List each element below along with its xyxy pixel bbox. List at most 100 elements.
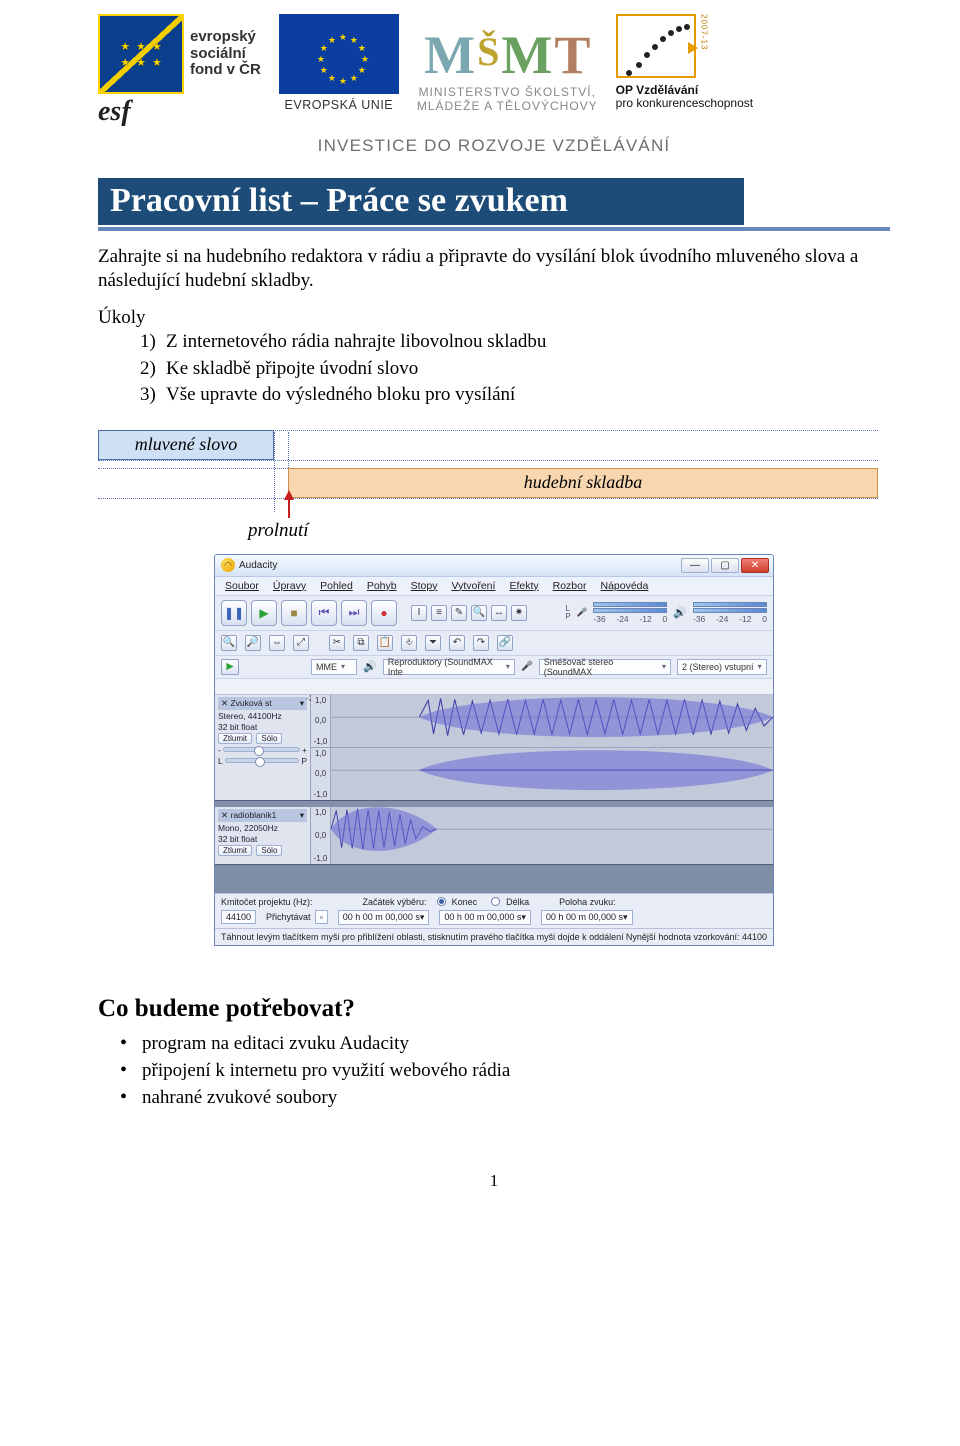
output-meter[interactable]: -36 -24 -12 0 [693,602,767,624]
selection-toolbar-values: 44100 Přichytávat ▫ 00 h 00 m 00,000 s▾ … [215,910,773,928]
mic-icon[interactable]: 🎤 [577,607,588,618]
track-row: ✕ radioblanik1 ▾ Mono, 22050Hz 32 bit fl… [215,807,773,865]
menu-item[interactable]: Efekty [503,579,544,593]
length-radio[interactable] [491,897,500,906]
window-titlebar: ◠ Audacity — ▢ ✕ [215,555,773,577]
title-rule [98,227,890,231]
gain-slider[interactable] [223,747,300,752]
pause-button[interactable]: ❚❚ [221,600,247,626]
menu-item[interactable]: Rozbor [547,579,593,593]
waveform-channel[interactable]: 1,00,0-1,0 [311,807,773,864]
input-channels-dropdown[interactable]: 2 (Stereo) vstupní▾ [677,659,767,675]
stop-button[interactable]: ■ [281,600,307,626]
project-rate-label: Kmitočet projektu (Hz): [221,897,313,907]
play-button[interactable]: ▶ [251,600,277,626]
fit-project-icon[interactable]: ⤢ [293,635,309,651]
tool-timeshift-icon[interactable]: ↔ [491,605,507,621]
record-button[interactable]: ● [371,600,397,626]
window-close-button[interactable]: ✕ [741,558,769,573]
menu-item[interactable]: Stopy [405,579,444,593]
menu-item[interactable]: Nápovéda [594,579,654,593]
tasks-list: 1)Z internetového rádia nahrajte libovol… [98,329,890,408]
status-bar: Táhnout levým tlačítkem myši pro přiblíž… [215,928,773,945]
window-minimize-button[interactable]: — [681,558,709,573]
paste-icon[interactable]: 📋 [377,635,393,651]
window-title: Audacity [239,560,277,571]
end-radio[interactable] [437,897,446,906]
tool-draw-icon[interactable]: ✎ [451,605,467,621]
list-item: připojení k internetu pro využití webové… [142,1057,890,1084]
waveform-icon [331,695,773,739]
device-toolbar: ▶ MME▾ 🔊 Reproduktory (SoundMAX Inte▾ 🎤 … [215,656,773,679]
window-maximize-button[interactable]: ▢ [711,558,739,573]
diagram-box-music: hudební skladba [288,468,878,498]
zoom-out-icon[interactable]: 🔎 [245,635,261,651]
snap-checkbox[interactable]: ▫ [315,910,328,924]
eu-caption: EVROPSKÁ UNIE [285,98,394,112]
mute-button[interactable]: Ztlumit [218,845,252,856]
tool-multi-icon[interactable]: ✷ [511,605,527,621]
task-item: 2)Ke skladbě připojte úvodní slovo [140,356,890,382]
cut-icon[interactable]: ✂ [329,635,345,651]
solo-button[interactable]: Sólo [256,733,282,744]
selection-start-label: Začátek výběru: [363,897,427,907]
tools-grid: I ≡ ✎ [411,605,467,621]
waveform-icon [331,807,773,851]
project-rate-field[interactable]: 44100 [221,910,256,924]
pan-slider[interactable] [225,758,300,763]
menu-item[interactable]: Úpravy [267,579,312,593]
esf-logo: ★★★ ★★★ evropský sociální fond v ČR esf [98,14,261,128]
solo-button[interactable]: Sólo [256,845,282,856]
skip-start-button[interactable]: ⏮ [311,600,337,626]
play-mini-icon[interactable]: ▶ [221,659,239,675]
track-header[interactable]: ✕ radioblanik1 ▾ Mono, 22050Hz 32 bit fl… [215,807,311,864]
waveform-channel[interactable]: 1,00,0-1,0 [311,695,773,748]
selection-end-field[interactable]: 00 h 00 m 00,000 s▾ [439,910,531,925]
invest-banner: INVESTICE DO ROZVOJE VZDĚLÁVÁNÍ [98,136,890,156]
zoom-in-icon[interactable]: 🔍 [221,635,237,651]
status-sample-rate: Nynější hodnota vzorkování: 44100 [626,932,767,942]
link-icon[interactable]: 🔗 [497,635,513,651]
track-header[interactable]: ✕ Zvuková st ▾ Stereo, 44100Hz 32 bit fl… [215,695,311,800]
copy-icon[interactable]: ⧉ [353,635,369,651]
track-menu-caret-icon[interactable]: ▾ [300,810,304,821]
input-device-dropdown[interactable]: Sméšovač stereo (SoundMAX▾ [539,659,671,675]
status-hint: Táhnout levým tlačítkem myši pro přiblíž… [221,932,624,942]
meter-channel-r: P [565,613,570,621]
tasks-heading: Úkoly [98,307,890,329]
msmt-logo: MŠMT MINISTERSTVO ŠKOLSTVÍ, MLÁDEŽE A TĚ… [417,14,598,114]
mute-button[interactable]: Ztlumit [218,733,252,744]
input-meter[interactable]: -36 -24 -12 0 [593,602,667,624]
time-ruler[interactable]: -2,0 -1,0 0,0 1,0 2,0 3,0 4,0 5,0 6,0 7,… [215,679,773,695]
tool-envelope-icon[interactable]: ≡ [431,605,447,621]
audio-position-field[interactable]: 00 h 00 m 00,000 s▾ [541,910,633,925]
silence-icon[interactable]: ⏷ [425,635,441,651]
menu-item[interactable]: Soubor [219,579,265,593]
esf-script: esf [98,96,131,128]
speaker-icon[interactable]: 🔊 [673,606,687,619]
undo-icon[interactable]: ↶ [449,635,465,651]
track-menu-caret-icon[interactable]: ▾ [300,698,304,709]
audacity-app-icon: ◠ [221,558,235,572]
menu-item[interactable]: Vytvoření [445,579,501,593]
output-device-dropdown[interactable]: Reproduktory (SoundMAX Inte▾ [383,659,515,675]
skip-end-button[interactable]: ⏭ [341,600,367,626]
tool-zoom-icon[interactable]: 🔍 [471,605,487,621]
speaker-icon: 🔊 [363,660,377,673]
waveform-icon [331,748,773,792]
track-row: ✕ Zvuková st ▾ Stereo, 44100Hz 32 bit fl… [215,695,773,801]
menubar: Soubor Úpravy Pohled Pohyb Stopy Vytvoře… [215,577,773,596]
menu-item[interactable]: Pohled [314,579,359,593]
fit-selection-icon[interactable]: ⇔ [269,635,285,651]
waveform-channel[interactable]: 1,00,0-1,0 [311,748,773,800]
tool-selection-icon[interactable]: I [411,605,427,621]
trim-icon[interactable]: ⎀ [401,635,417,651]
section-heading: Co budeme potřebovat? [98,994,890,1024]
menu-item[interactable]: Pohyb [361,579,403,593]
esf-caption-l2: sociální [190,46,261,63]
redo-icon[interactable]: ↷ [473,635,489,651]
audio-host-dropdown[interactable]: MME▾ [311,659,357,675]
diagram-label-crossfade: prolnutí [248,520,309,542]
selection-start-field[interactable]: 00 h 00 m 00,000 s▾ [338,910,430,925]
diagram-box-spoken: mluvené slovo [98,430,274,460]
